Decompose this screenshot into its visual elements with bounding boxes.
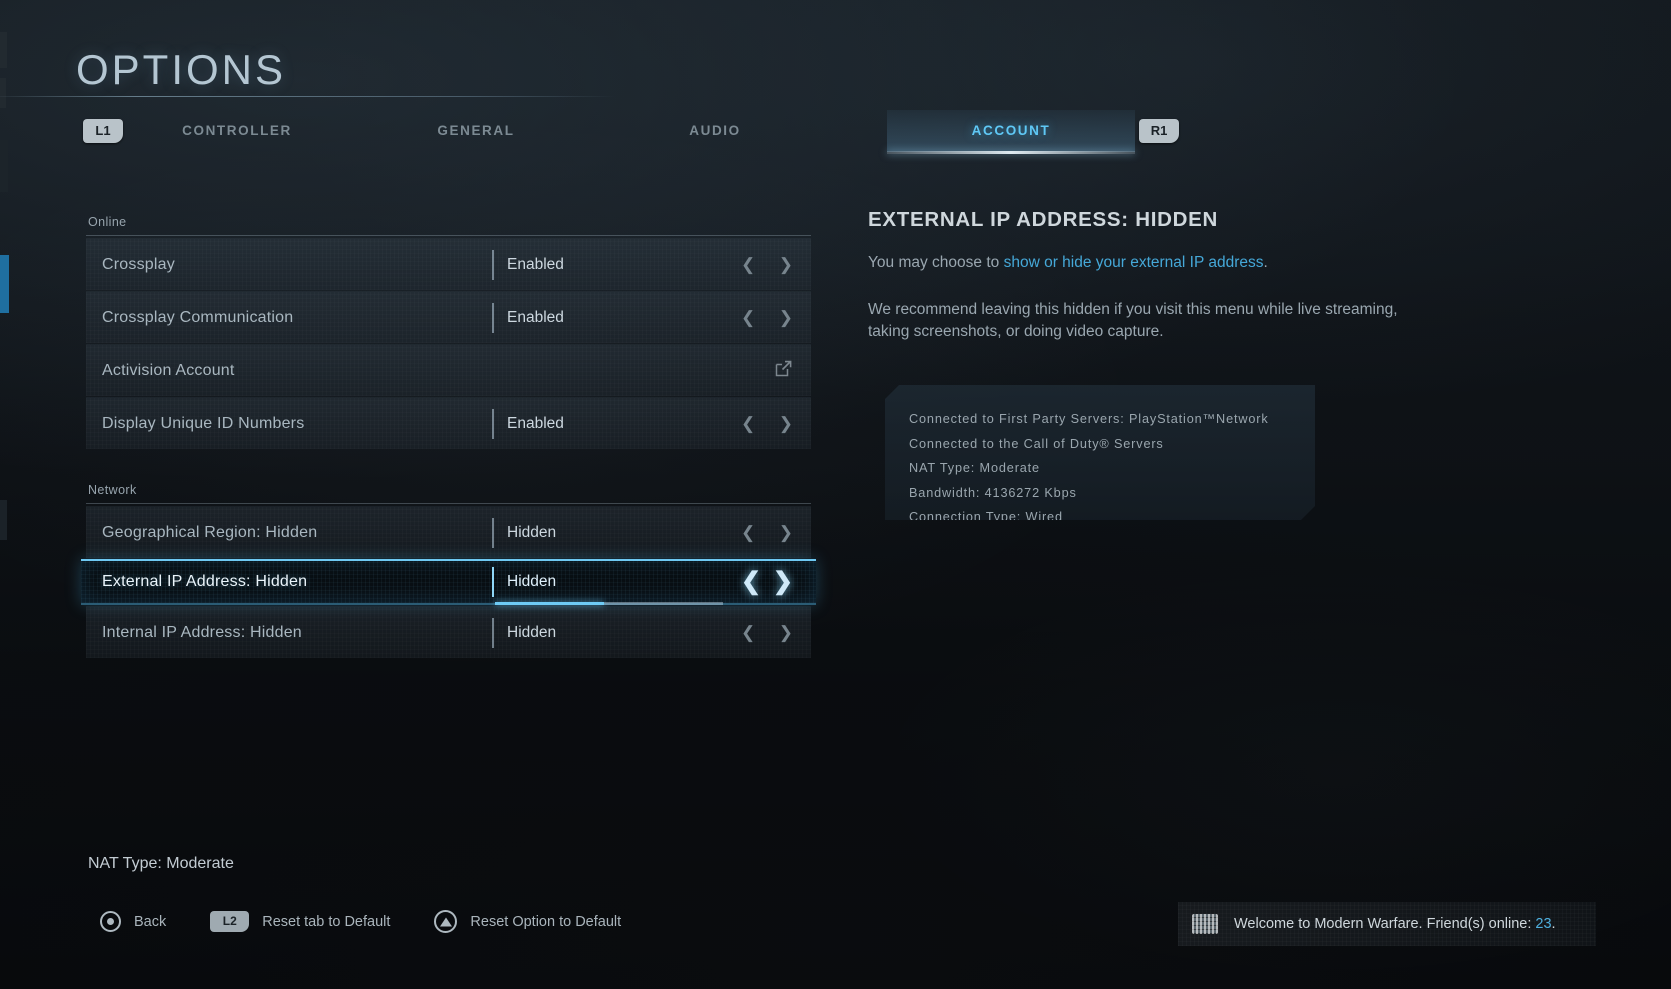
detail-description-primary: You may choose to show or hide your exte… xyxy=(868,252,1588,274)
option-arrows[interactable]: ❮ ❯ xyxy=(735,256,797,273)
prompt-reset-option[interactable]: Reset Option to Default xyxy=(434,910,621,933)
prompt-label: Reset tab to Default xyxy=(262,913,391,930)
option-arrows[interactable]: ❮ ❯ xyxy=(735,415,797,432)
option-value: Enabled xyxy=(507,414,564,432)
group-divider xyxy=(86,503,811,504)
option-value-box[interactable]: Hidden xyxy=(492,617,735,648)
option-arrows[interactable]: ❮ ❯ xyxy=(735,309,797,326)
nat-type-status: NAT Type: Moderate xyxy=(88,855,234,872)
option-arrows[interactable]: ❮ ❯ xyxy=(735,570,797,594)
connection-info-line: NAT Type: Moderate xyxy=(909,461,1040,475)
option-label: External IP Address: Hidden xyxy=(102,573,308,590)
chevron-left-icon[interactable]: ❮ xyxy=(741,524,755,541)
prompt-label: Reset Option to Default xyxy=(470,913,622,930)
circle-button-icon xyxy=(100,911,121,932)
option-row-display-unique-id[interactable]: Display Unique ID Numbers Enabled ❮ ❯ xyxy=(86,397,811,449)
options-list: Online Crossplay Enabled ❮ ❯ Crossplay C… xyxy=(81,215,816,659)
option-arrows[interactable]: ❮ ❯ xyxy=(735,524,797,541)
chevron-left-icon[interactable]: ❮ xyxy=(741,624,755,641)
keyboard-icon xyxy=(1192,914,1218,934)
prompt-label: Back xyxy=(134,913,167,930)
option-value: Enabled xyxy=(507,308,564,326)
option-value-box[interactable]: Enabled xyxy=(492,302,735,333)
detail-title: EXTERNAL IP ADDRESS: HIDDEN xyxy=(868,208,1218,231)
tab-controller[interactable]: CONTROLLER xyxy=(167,110,307,152)
button-prompts: Back L2 Reset tab to Default Reset Optio… xyxy=(100,910,665,933)
option-label: Geographical Region: Hidden xyxy=(102,523,318,541)
option-label: Display Unique ID Numbers xyxy=(102,414,305,432)
option-value-box[interactable]: Enabled xyxy=(492,408,735,439)
chevron-right-icon[interactable]: ❯ xyxy=(779,309,793,326)
option-value: Hidden xyxy=(507,523,557,541)
l1-bumper-button[interactable]: L1 xyxy=(83,119,123,143)
toast-friend-count: 23 xyxy=(1535,916,1552,932)
page-title: OPTIONS xyxy=(76,46,287,93)
chevron-left-icon[interactable]: ❮ xyxy=(741,309,755,326)
chevron-left-icon[interactable]: ❮ xyxy=(741,256,755,273)
detail-line1-prefix: You may choose to xyxy=(868,254,1004,271)
connection-info-box: Connected to First Party Servers: PlaySt… xyxy=(885,385,1315,520)
triangle-button-icon xyxy=(434,910,458,933)
detail-panel: EXTERNAL IP ADDRESS: HIDDEN You may choo… xyxy=(868,208,1588,343)
chevron-left-icon[interactable]: ❮ xyxy=(741,415,755,432)
option-value-box[interactable]: Hidden xyxy=(492,567,735,605)
l2-trigger-icon: L2 xyxy=(210,911,250,932)
notification-toast: Welcome to Modern Warfare. Friend(s) onl… xyxy=(1178,902,1596,946)
option-value: Hidden xyxy=(507,573,557,590)
detail-line1-highlight: show or hide your external IP address xyxy=(1003,254,1264,271)
toast-message: Welcome to Modern Warfare. Friend(s) onl… xyxy=(1234,916,1556,932)
option-value-box[interactable]: Enabled xyxy=(492,249,735,280)
chevron-right-icon[interactable]: ❯ xyxy=(779,524,793,541)
option-label: Crossplay Communication xyxy=(102,308,294,326)
option-row-crossplay-communication[interactable]: Crossplay Communication Enabled ❮ ❯ xyxy=(86,291,811,343)
option-value: Hidden xyxy=(507,623,557,641)
toast-prefix: Welcome to Modern Warfare. Friend(s) onl… xyxy=(1234,916,1536,932)
connection-info-line: Bandwidth: 4136272 Kbps xyxy=(909,485,1077,500)
group-label: Online xyxy=(88,215,127,229)
tab-audio[interactable]: AUDIO xyxy=(645,110,785,152)
chevron-left-icon[interactable]: ❮ xyxy=(741,570,761,594)
prompt-back[interactable]: Back xyxy=(100,911,166,932)
edge-widget-accent xyxy=(0,255,9,313)
edge-widget-5 xyxy=(0,500,7,540)
option-row-internal-ip-address[interactable]: Internal IP Address: Hidden Hidden ❮ ❯ xyxy=(86,606,811,658)
chevron-right-icon[interactable]: ❯ xyxy=(779,624,793,641)
option-label: Internal IP Address: Hidden xyxy=(102,623,302,641)
prompt-reset-tab[interactable]: L2 Reset tab to Default xyxy=(210,911,390,932)
group-label: Network xyxy=(88,483,137,497)
connection-info-line: Connected to the Call of Duty® Servers xyxy=(909,436,1164,451)
option-value: Enabled xyxy=(507,255,564,273)
group-divider xyxy=(86,235,811,236)
option-label: Activision Account xyxy=(102,361,235,379)
option-row-activision-account[interactable]: Activision Account xyxy=(86,344,811,396)
title-divider xyxy=(0,96,616,97)
toast-suffix: . xyxy=(1551,916,1556,932)
option-label: Crossplay xyxy=(102,255,175,273)
option-row-external-ip-address[interactable]: External IP Address: Hidden Hidden ❮ ❯ xyxy=(81,559,816,605)
option-row-geographical-region[interactable]: Geographical Region: Hidden Hidden ❮ ❯ xyxy=(86,506,811,558)
option-value-box[interactable]: Hidden xyxy=(492,517,735,548)
r1-bumper-button[interactable]: R1 xyxy=(1139,119,1179,143)
connection-info-line: Connected to First Party Servers: PlaySt… xyxy=(909,412,1269,426)
tab-account[interactable]: ACCOUNT xyxy=(887,110,1135,154)
tab-general[interactable]: GENERAL xyxy=(406,110,546,152)
option-group-online: Online Crossplay Enabled ❮ ❯ Crossplay C… xyxy=(86,215,811,449)
tab-bar: L1 CONTROLLER GENERAL AUDIO ACCOUNT R1 xyxy=(0,110,1671,154)
chevron-right-icon[interactable]: ❯ xyxy=(779,256,793,273)
detail-line1-suffix: . xyxy=(1263,254,1268,271)
option-group-network: Network Geographical Region: Hidden Hidd… xyxy=(81,483,816,658)
option-slider-fill xyxy=(495,602,605,605)
detail-description-secondary: We recommend leaving this hidden if you … xyxy=(868,301,1398,341)
chevron-right-icon[interactable]: ❯ xyxy=(773,570,793,594)
option-row-crossplay[interactable]: Crossplay Enabled ❮ ❯ xyxy=(86,238,811,290)
chevron-right-icon[interactable]: ❯ xyxy=(779,415,793,432)
option-slider[interactable] xyxy=(495,602,723,605)
option-arrows[interactable]: ❮ ❯ xyxy=(735,624,797,641)
external-link-icon[interactable] xyxy=(774,359,793,383)
